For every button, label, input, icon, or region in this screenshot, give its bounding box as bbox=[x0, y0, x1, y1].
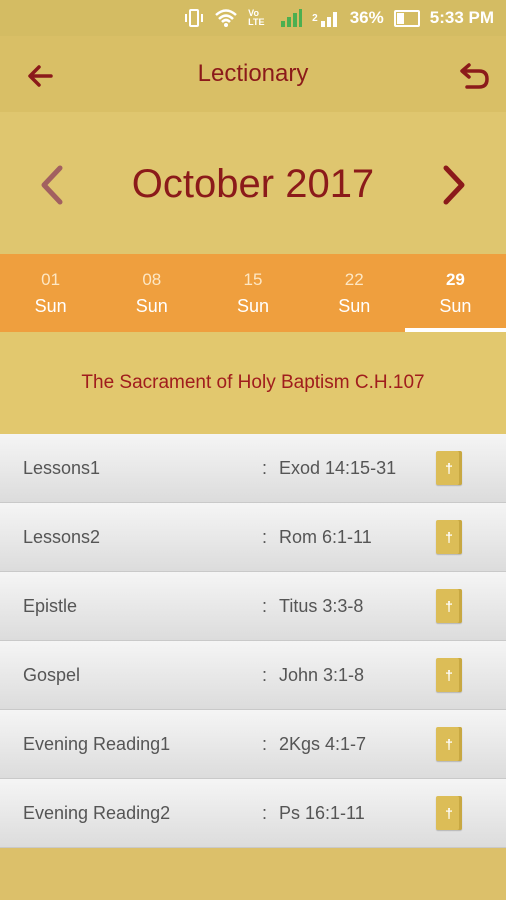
reading-row-lessons1[interactable]: Lessons1 : Exod 14:15-31 † bbox=[0, 434, 506, 503]
month-navigator: October 2017 bbox=[0, 112, 506, 254]
bible-book-icon[interactable]: † bbox=[436, 658, 462, 692]
reading-reference: Rom 6:1-11 bbox=[279, 526, 372, 547]
tab-day: Sun bbox=[439, 295, 472, 316]
page-title: Lectionary bbox=[197, 60, 309, 87]
vibrate-icon bbox=[184, 8, 204, 28]
tab-sunday-01[interactable]: 01 Sun bbox=[0, 254, 101, 332]
tab-date: 15 bbox=[243, 269, 263, 289]
tab-sunday-15[interactable]: 15 Sun bbox=[202, 254, 303, 332]
battery-icon bbox=[393, 9, 420, 27]
month-title: October 2017 bbox=[131, 162, 375, 206]
reading-row-lessons2[interactable]: Lessons2 : Rom 6:1-11 † bbox=[0, 503, 506, 572]
service-header: The Sacrament of Holy Baptism C.H.107 bbox=[0, 332, 506, 434]
clock: 5:33 PM bbox=[429, 8, 494, 27]
bible-book-icon[interactable]: † bbox=[436, 796, 462, 830]
sim2-signal-icon: 2 bbox=[312, 8, 340, 28]
chevron-right-icon bbox=[443, 165, 465, 205]
reading-reference: Ps 16:1-11 bbox=[279, 802, 365, 823]
app-bar: Lectionary bbox=[0, 36, 506, 112]
reading-reference: John 3:1-8 bbox=[279, 664, 365, 685]
bible-book-icon[interactable]: † bbox=[436, 520, 462, 554]
reading-separator: : bbox=[262, 595, 268, 616]
reading-reference: Titus 3:3-8 bbox=[279, 595, 364, 616]
tab-day: Sun bbox=[338, 295, 371, 316]
tab-sunday-22[interactable]: 22 Sun bbox=[304, 254, 405, 332]
reading-row-evening-reading1[interactable]: Evening Reading1 : 2Kgs 4:1-7 † bbox=[0, 710, 506, 779]
reading-reference: 2Kgs 4:1-7 bbox=[279, 733, 367, 754]
reading-reference: Exod 14:15-31 bbox=[279, 457, 397, 478]
signal-icon bbox=[280, 8, 303, 28]
status-bar: Vo LTE 2 36% 5:33 PM bbox=[0, 0, 506, 36]
reading-separator: : bbox=[262, 802, 268, 823]
wifi-icon bbox=[214, 8, 238, 28]
next-month-button[interactable] bbox=[436, 162, 470, 208]
service-title: The Sacrament of Holy Baptism C.H.107 bbox=[81, 372, 425, 393]
reading-name: Evening Reading1 bbox=[23, 733, 171, 754]
bible-book-icon[interactable]: † bbox=[436, 451, 462, 485]
reading-name: Gospel bbox=[23, 664, 81, 685]
reading-row-epistle[interactable]: Epistle : Titus 3:3-8 † bbox=[0, 572, 506, 641]
readings-list: Lessons1 : Exod 14:15-31 † Lessons2 : Ro… bbox=[0, 434, 506, 848]
reading-name: Evening Reading2 bbox=[23, 802, 171, 823]
battery-percent: 36% bbox=[349, 8, 384, 27]
reading-name: Lessons1 bbox=[23, 457, 101, 478]
tab-day: Sun bbox=[135, 295, 168, 316]
reading-separator: : bbox=[262, 457, 268, 478]
bible-book-icon[interactable]: † bbox=[436, 589, 462, 623]
tab-sunday-08[interactable]: 08 Sun bbox=[101, 254, 202, 332]
tab-date: 01 bbox=[41, 269, 61, 289]
undo-icon bbox=[460, 63, 489, 89]
bible-book-icon[interactable]: † bbox=[436, 727, 462, 761]
reading-separator: : bbox=[262, 733, 268, 754]
undo-button[interactable] bbox=[456, 58, 492, 94]
reading-separator: : bbox=[262, 664, 268, 685]
reading-row-evening-reading2[interactable]: Evening Reading2 : Ps 16:1-11 † bbox=[0, 779, 506, 848]
footer-background bbox=[0, 848, 506, 900]
sunday-tabs: 01 Sun 08 Sun 15 Sun 22 Sun 29 Sun bbox=[0, 254, 506, 332]
reading-separator: : bbox=[262, 526, 268, 547]
reading-name: Epistle bbox=[23, 595, 78, 616]
tab-date: 22 bbox=[344, 269, 364, 289]
tab-date: 08 bbox=[142, 269, 162, 289]
reading-row-gospel[interactable]: Gospel : John 3:1-8 † bbox=[0, 641, 506, 710]
tab-date: 29 bbox=[445, 269, 465, 289]
tab-sunday-29[interactable]: 29 Sun bbox=[404, 254, 506, 332]
tab-day: Sun bbox=[34, 295, 67, 316]
reading-name: Lessons2 bbox=[23, 526, 101, 547]
volte-icon: Vo LTE bbox=[248, 8, 265, 27]
tab-day: Sun bbox=[236, 295, 270, 316]
